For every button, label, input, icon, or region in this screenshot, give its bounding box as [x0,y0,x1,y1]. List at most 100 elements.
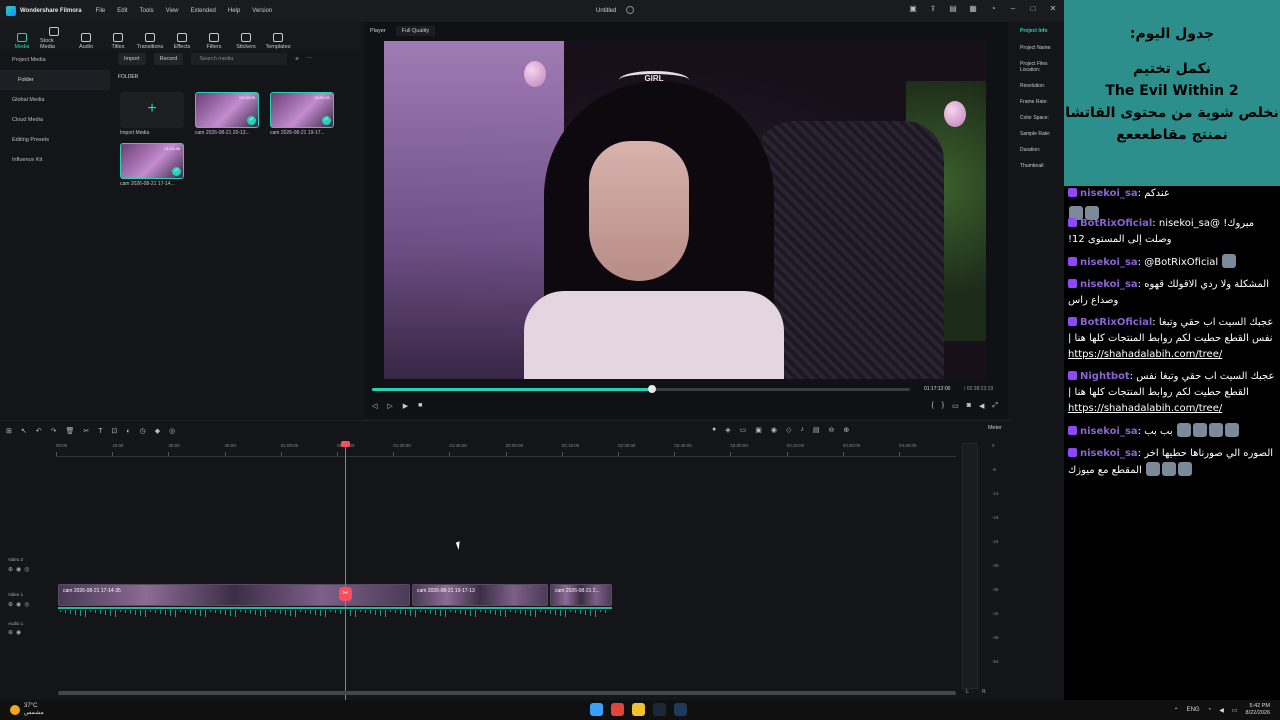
sidebar-item-global-media[interactable]: Global Media [0,90,110,110]
menu-version[interactable]: Version [252,8,272,14]
sidebar-item-project-media[interactable]: Project Media [0,50,110,70]
fullscreen-icon[interactable]: ⤢ [992,402,998,410]
sidebar-item-influence-kit[interactable]: Influence Kit [0,150,110,170]
audio-icon[interactable]: ◉ [771,426,777,434]
redo-icon[interactable]: ↷ [51,427,57,435]
timeline-ruler[interactable]: 00:0015:0030:0045:0001:00:0001:15:0001:3… [56,443,956,457]
stop-icon[interactable]: ■ [418,402,422,410]
mark-in-icon[interactable]: { [931,402,933,410]
render-icon[interactable]: ▣ [755,426,762,434]
network-icon[interactable]: ◔ [1208,707,1212,713]
volume-icon[interactable]: ◀ [1219,707,1224,714]
chevron-up-icon[interactable]: ⌃ [1174,707,1179,714]
delete-icon[interactable]: 🗑 [66,427,75,435]
close-icon[interactable]: ✕ [1048,4,1058,14]
video-preview[interactable]: GIRL [384,41,986,379]
menu-view[interactable]: View [166,8,179,14]
previous-frame-icon[interactable]: ◁ [372,402,377,410]
clock[interactable]: 5:42 PM 8/22/2026 [1246,703,1270,717]
track-controls-video2[interactable]: ⊕◉◎ [8,566,33,573]
undo-icon[interactable]: ↶ [36,427,42,435]
chat-link[interactable]: https://shahadalabih.com/tree/ [1068,347,1276,363]
meter-dropdown[interactable]: Meter [988,425,1002,431]
zoom-out-icon[interactable]: ⊖ [829,426,835,434]
media-thumbnail[interactable]: 00:51:31 ✓ [270,92,334,128]
snapshot-icon[interactable]: ◙ [967,402,971,410]
step-back-icon[interactable]: ▷ [387,402,392,410]
sidebar-item-cloud-media[interactable]: Cloud Media [0,110,110,130]
select-icon[interactable]: ↖ [21,427,27,435]
ai-icon[interactable]: ◈ [725,426,730,434]
menu-edit[interactable]: Edit [117,8,127,14]
split-icon[interactable]: ✂ [83,427,89,435]
shield-icon[interactable]: ◇ [786,426,791,434]
grid-icon[interactable]: ▦ [968,4,978,14]
track-controls-video1[interactable]: ⊕◉◎ [8,601,33,608]
tab-stock-media[interactable]: Stock Media [40,24,68,50]
tab-effects[interactable]: Effects [168,24,196,50]
tab-templates[interactable]: Templates [264,24,292,50]
upload-icon[interactable]: ⇪ [928,4,938,14]
volume-icon[interactable]: ◀ [979,402,984,410]
color-icon[interactable]: ◐ [126,428,130,435]
gift-icon[interactable]: ▣ [908,4,918,14]
tab-filters[interactable]: Filters [200,24,228,50]
mark-out-icon[interactable]: } [942,402,944,410]
media-thumbnail[interactable]: 00:18:05 ✓ [195,92,259,128]
playhead[interactable]: ✂ [339,441,352,701]
mic-icon[interactable]: ♪ [800,426,804,434]
speed-icon[interactable]: ◷ [140,427,146,435]
media-thumbnail[interactable]: 01:24:46 ✓ [120,143,184,179]
minimize-icon[interactable]: – [1008,4,1018,14]
mask-icon[interactable]: ◎ [169,427,175,435]
crop-icon[interactable]: ⊡ [112,427,118,435]
menu-help[interactable]: Help [228,8,240,14]
layout-icon[interactable]: ▤ [948,4,958,14]
tab-stickers[interactable]: Stickers [232,24,260,50]
film-icon[interactable]: ▤ [813,426,820,434]
scissors-icon[interactable]: ✂ [339,587,352,601]
menu-extended[interactable]: Extended [191,8,216,14]
windows-start-icon[interactable] [590,703,603,716]
zoom-in-icon[interactable]: ⊕ [843,426,849,434]
scrollbar-thumb[interactable] [58,691,956,695]
filmora-app-icon[interactable] [674,703,687,716]
tab-audio[interactable]: Audio [72,24,100,50]
text-icon[interactable]: T [98,428,102,435]
timeline-clip[interactable]: cam 2026-08-21 2... [550,584,612,606]
filter-icon[interactable]: ≡ [295,56,298,62]
timeline-clip[interactable]: cam 2026-08-21 19-17-13 [412,584,548,606]
headset-icon[interactable]: ◔ [988,4,998,14]
battery-icon[interactable]: ▭ [1232,707,1238,714]
track-controls-audio1[interactable]: ⊕◉ [8,629,24,636]
menu-tools[interactable]: Tools [140,8,154,14]
play-icon[interactable]: ▶ [403,402,408,410]
timeline-scrollbar[interactable] [58,691,956,695]
tab-media[interactable]: Media [8,24,36,50]
snap-toggle-icon[interactable]: ● [712,426,716,434]
import-media-tile[interactable]: + [120,92,184,128]
steam-icon[interactable] [653,703,666,716]
menu-file[interactable]: File [96,8,106,14]
timeline-clip[interactable]: cam 2026-08-21 17-14-35 [58,584,410,606]
sidebar-item-folder[interactable]: Folder [0,70,110,90]
tab-titles[interactable]: Titles [104,24,132,50]
scrubber-handle[interactable] [647,385,656,393]
brave-browser-icon[interactable] [611,703,624,716]
language-indicator[interactable]: ENG [1187,707,1200,713]
import-button[interactable]: Import [118,53,146,65]
maximize-icon[interactable]: □ [1028,4,1038,14]
playback-scrubber[interactable] [372,385,910,393]
weather-widget[interactable]: 37°C مشمس [10,703,44,717]
more-icon[interactable]: ⋯ [307,56,313,62]
playhead-handle[interactable] [341,441,350,447]
marker-icon[interactable]: ▭ [740,426,747,434]
quality-select[interactable]: Full Quality [395,26,436,36]
chat-link[interactable]: https://shahadalabih.com/tree/ [1068,401,1276,417]
record-button[interactable]: Record [153,53,184,65]
grid-icon[interactable]: ⊞ [6,427,12,435]
file-explorer-icon[interactable] [632,703,645,716]
display-icon[interactable]: ▭ [952,402,959,410]
info-icon[interactable] [626,6,634,14]
sidebar-item-editing-presets[interactable]: Editing Presets [0,130,110,150]
